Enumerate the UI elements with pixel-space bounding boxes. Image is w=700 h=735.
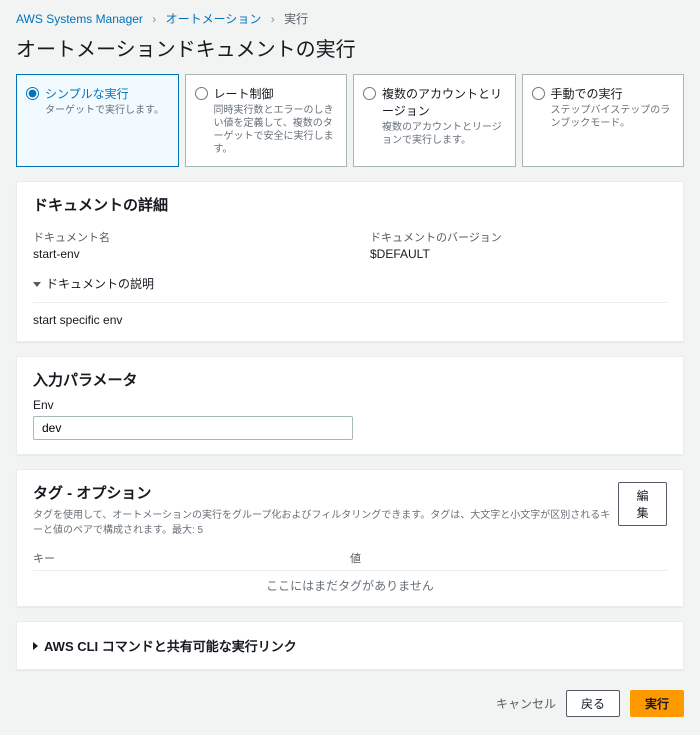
doc-version-value: $DEFAULT <box>370 247 667 261</box>
env-input[interactable] <box>33 416 353 440</box>
expander-label: ドキュメントの説明 <box>46 277 154 291</box>
edit-tags-button[interactable]: 編集 <box>618 482 667 526</box>
breadcrumb-service[interactable]: AWS Systems Manager <box>16 12 143 26</box>
breadcrumb-section[interactable]: オートメーション <box>166 12 262 26</box>
cli-title: AWS CLI コマンドと共有可能な実行リンク <box>44 636 297 655</box>
option-title: レート制御 <box>214 85 337 102</box>
tag-value-header: 値 <box>350 550 667 566</box>
option-title: 複数のアカウントとリージョン <box>382 85 505 119</box>
caret-right-icon <box>33 642 38 650</box>
doc-name-label: ドキュメント名 <box>33 229 330 245</box>
option-desc: ステップバイステップのランブックモード。 <box>551 104 674 130</box>
option-desc: ターゲットで実行します。 <box>45 104 168 117</box>
execute-button[interactable]: 実行 <box>630 690 684 717</box>
doc-description-text: start specific env <box>33 313 667 327</box>
tags-title: タグ - オプション <box>33 482 618 503</box>
tags-empty-message: ここにはまだタグがありません <box>17 571 683 606</box>
cli-panel: AWS CLI コマンドと共有可能な実行リンク <box>16 621 684 670</box>
chevron-right-icon: › <box>271 12 275 26</box>
env-label: Env <box>33 398 667 412</box>
execution-options: シンプルな実行 ターゲットで実行します。 レート制御 同時実行数とエラーのしきい… <box>0 74 700 181</box>
breadcrumb-current: 実行 <box>284 12 308 26</box>
option-multi-radio[interactable] <box>363 87 376 100</box>
panel-header: 入力パラメータ <box>17 357 683 398</box>
footer-actions: キャンセル 戻る 実行 <box>0 684 700 735</box>
input-params-panel: 入力パラメータ Env <box>16 356 684 455</box>
doc-description-expander[interactable]: ドキュメントの説明 <box>33 275 667 292</box>
option-manual-radio[interactable] <box>532 87 545 100</box>
option-simple[interactable]: シンプルな実行 ターゲットで実行します。 <box>16 74 179 167</box>
option-rate-radio[interactable] <box>195 87 208 100</box>
document-details-panel: ドキュメントの詳細 ドキュメント名 start-env ドキュメントのバージョン… <box>16 181 684 342</box>
option-desc: 同時実行数とエラーのしきい値を定義して、複数のターゲットで安全に実行します。 <box>214 104 337 156</box>
option-multi-account[interactable]: 複数のアカウントとリージョン 複数のアカウントとリージョンで実行します。 <box>353 74 516 167</box>
option-simple-radio[interactable] <box>26 87 39 100</box>
option-desc: 複数のアカウントとリージョンで実行します。 <box>382 121 505 147</box>
page-title: オートメーションドキュメントの実行 <box>0 33 700 74</box>
option-title: 手動での実行 <box>551 85 674 102</box>
cli-expander[interactable]: AWS CLI コマンドと共有可能な実行リンク <box>17 622 683 669</box>
tags-panel: タグ - オプション タグを使用して、オートメーションの実行をグループ化およびフ… <box>16 469 684 607</box>
tags-subtitle: タグを使用して、オートメーションの実行をグループ化およびフィルタリングできます。… <box>33 506 618 536</box>
doc-version-label: ドキュメントのバージョン <box>370 229 667 245</box>
option-manual[interactable]: 手動での実行 ステップバイステップのランブックモード。 <box>522 74 685 167</box>
panel-header: ドキュメントの詳細 <box>17 182 683 223</box>
back-button[interactable]: 戻る <box>566 690 620 717</box>
doc-name-value: start-env <box>33 247 330 261</box>
option-title: シンプルな実行 <box>45 85 168 102</box>
cancel-button[interactable]: キャンセル <box>496 695 556 712</box>
chevron-right-icon: › <box>152 12 156 26</box>
caret-down-icon <box>33 282 41 287</box>
divider <box>33 302 667 303</box>
option-rate-control[interactable]: レート制御 同時実行数とエラーのしきい値を定義して、複数のターゲットで安全に実行… <box>185 74 348 167</box>
tag-key-header: キー <box>33 550 350 566</box>
breadcrumb: AWS Systems Manager › オートメーション › 実行 <box>0 0 700 33</box>
